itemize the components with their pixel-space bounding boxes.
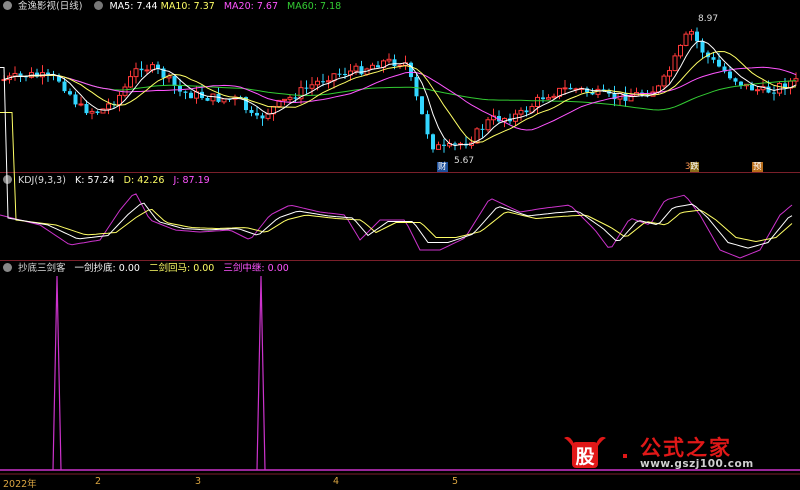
candle-body [309, 84, 315, 89]
xaxis-label-apr: 4 [333, 476, 340, 487]
candle-body [156, 64, 160, 69]
candle-body [442, 144, 446, 146]
candle-body [73, 94, 78, 105]
candle-body [480, 128, 485, 130]
candle-body [321, 81, 325, 83]
candle-body [717, 59, 721, 67]
candle-body [568, 87, 573, 90]
candle-body [12, 72, 18, 77]
kdj-d-line [0, 112, 793, 243]
watermark: 股 公式之家 www.gszj100.com [560, 432, 790, 472]
kdj-k-line [0, 67, 793, 249]
candle-body [678, 44, 683, 57]
candle-body [376, 65, 380, 68]
candle-body [524, 110, 529, 113]
candle-body [689, 31, 694, 35]
candle-body [683, 33, 689, 46]
candle-body [189, 92, 193, 99]
low-price-label: 5.67 [454, 156, 475, 166]
kdj-j-line [0, 193, 793, 259]
candle-body [453, 143, 457, 145]
candle-body [695, 31, 699, 42]
signal-spike [52, 275, 62, 471]
bull-logo-icon: 股 [564, 436, 606, 468]
candle-body [89, 110, 95, 114]
candle-body [68, 91, 72, 95]
candle-body [777, 82, 782, 94]
candle-body [562, 87, 568, 90]
candle-body [386, 58, 392, 62]
candle-body [139, 68, 144, 71]
logo-glyph: 股 [575, 446, 594, 468]
candle-body [414, 77, 419, 97]
watermark-dot [623, 454, 627, 458]
candle-body [287, 96, 293, 100]
xaxis-label-may: 5 [452, 476, 459, 487]
candle-body [326, 80, 331, 83]
badge-cai[interactable]: 财 [437, 162, 448, 172]
candle-body [337, 73, 342, 75]
watermark-url: www.gszj100.com [640, 458, 754, 470]
candle-body [304, 87, 309, 89]
candle-body [425, 114, 430, 135]
candle-body [133, 68, 139, 78]
candle-body [210, 93, 216, 102]
candle-body [485, 119, 491, 131]
candle-body [221, 98, 227, 103]
high-price-label: 8.97 [698, 14, 719, 24]
candle-body [359, 66, 364, 75]
candle-body [144, 69, 150, 72]
candle-body [392, 59, 397, 67]
candle-body [172, 76, 177, 86]
candle-body [353, 65, 359, 72]
candle-body [667, 70, 672, 77]
candle-body [78, 103, 84, 106]
candle-body [178, 85, 182, 92]
badge-yu[interactable]: 预 [752, 162, 763, 172]
ma20-line [3, 66, 797, 131]
xaxis-label-mar: 3 [195, 476, 202, 487]
candle-body [733, 78, 738, 82]
candle-body [46, 72, 50, 75]
signal-series [52, 275, 266, 471]
candle-body [370, 64, 375, 70]
signal-spike [256, 275, 266, 471]
candle-body [183, 91, 188, 93]
candle-body [551, 95, 557, 99]
candle-body [282, 98, 287, 101]
candle-body [546, 97, 551, 100]
candle-body [772, 92, 776, 94]
candle-body [18, 73, 23, 76]
candle-body [755, 89, 760, 92]
candle-body [205, 98, 210, 101]
candle-body [623, 93, 628, 101]
candle-body [249, 110, 254, 113]
candle-body [62, 81, 67, 92]
badge-die[interactable]: 3跌 [684, 162, 700, 172]
candle-body [535, 96, 540, 108]
candle-body [255, 112, 259, 116]
candle-body [84, 103, 89, 114]
candle-body [436, 144, 441, 150]
chart-canvas[interactable] [0, 0, 800, 488]
candle-body [315, 80, 320, 86]
xaxis-label-feb: 2 [95, 476, 102, 487]
candle-body [122, 86, 128, 96]
candle-body [293, 97, 298, 99]
candle-body [260, 115, 265, 119]
candle-body [711, 57, 716, 60]
candle-body [431, 134, 435, 150]
candle-body [106, 103, 111, 110]
candle-body [128, 76, 133, 88]
candle-body [95, 111, 100, 114]
candle-body [541, 97, 545, 100]
candle-body [518, 109, 524, 115]
candle-body [420, 96, 424, 115]
candle-body [672, 55, 678, 72]
candle-body [343, 73, 347, 76]
candle-body [661, 75, 667, 87]
candle-body [700, 41, 705, 53]
candle-body [728, 71, 732, 79]
